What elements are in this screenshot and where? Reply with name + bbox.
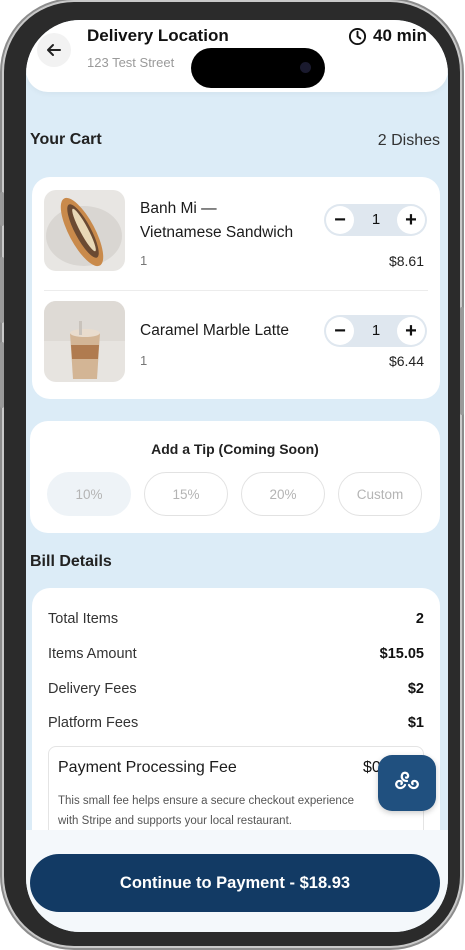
cart-card: Banh Mi — Vietnamese Sandwich 1 − 1 + $8… <box>32 177 440 399</box>
power-button <box>460 307 464 415</box>
app-screen: Delivery Location 123 Test Street 40 min… <box>26 20 448 932</box>
triple-spiral-icon <box>395 771 419 790</box>
quantity-stepper: − 1 + <box>324 315 427 347</box>
arrow-left-icon <box>47 44 61 56</box>
bill-row-platform-fees: Platform Fees $1 <box>48 715 424 731</box>
decrease-button[interactable]: − <box>326 206 354 234</box>
dishes-count: 2 Dishes <box>377 132 440 149</box>
back-button[interactable] <box>37 33 71 67</box>
volume-up-button <box>0 257 4 323</box>
bill-label: Total Items <box>48 611 119 627</box>
bill-value: 2 <box>415 611 424 627</box>
cart-item: Caramel Marble Latte 1 − 1 + $6.44 <box>44 301 428 385</box>
bill-label: Delivery Fees <box>48 681 137 697</box>
phone-frame: Delivery Location 123 Test Street 40 min… <box>0 2 464 946</box>
tip-option-20[interactable]: 20% <box>241 472 325 516</box>
cart-item: Banh Mi — Vietnamese Sandwich 1 − 1 + $8… <box>44 190 428 274</box>
item-divider <box>44 290 428 291</box>
bill-value: $15.05 <box>379 646 424 662</box>
bill-value: $2 <box>407 681 424 697</box>
cart-title: Your Cart <box>30 131 102 148</box>
volume-down-button <box>0 342 4 408</box>
item-name-line1: Caramel Marble Latte <box>140 322 290 339</box>
item-name-line2: Vietnamese Sandwich <box>140 224 294 241</box>
increase-button[interactable]: + <box>397 317 425 345</box>
processing-fee-title: Payment Processing Fee <box>58 759 237 776</box>
tip-option-15[interactable]: 15% <box>144 472 228 516</box>
processing-fee-description: This small fee helps ensure a secure che… <box>58 791 418 831</box>
eta-display: 40 min <box>348 26 427 46</box>
bill-row-total-items: Total Items 2 <box>48 611 424 627</box>
continue-to-payment-button[interactable]: Continue to Payment - $18.93 <box>30 854 440 912</box>
tip-title: Add a Tip (Coming Soon) <box>151 441 319 457</box>
decrease-button[interactable]: − <box>326 317 354 345</box>
banh-mi-image <box>44 190 125 271</box>
bill-title: Bill Details <box>30 553 112 570</box>
tip-option-custom[interactable]: Custom <box>338 472 422 516</box>
bill-label: Platform Fees <box>48 715 139 731</box>
assistant-fab-button[interactable] <box>378 755 436 811</box>
tip-card: Add a Tip (Coming Soon) 10% 15% 20% Cust… <box>30 421 440 533</box>
delivery-address[interactable]: 123 Test Street <box>87 55 174 70</box>
silent-switch <box>0 192 4 226</box>
stepper-value: 1 <box>371 211 381 228</box>
bill-label: Items Amount <box>48 646 137 662</box>
bill-value: $1 <box>407 715 424 731</box>
quantity-stepper: − 1 + <box>324 204 427 236</box>
latte-image <box>44 301 125 382</box>
item-price: $6.44 <box>388 353 424 369</box>
bill-row-delivery-fees: Delivery Fees $2 <box>48 681 424 697</box>
dynamic-island <box>191 48 325 88</box>
processing-fee-desc-line2: with Stripe and supports your local rest… <box>58 815 292 827</box>
tip-option-10[interactable]: 10% <box>47 472 131 516</box>
increase-button[interactable]: + <box>397 206 425 234</box>
eta-text: 40 min <box>373 26 427 45</box>
delivery-location-title[interactable]: Delivery Location <box>87 26 229 46</box>
stepper-value: 1 <box>371 322 381 339</box>
item-price: $8.61 <box>388 253 424 269</box>
processing-fee-desc-line1: This small fee helps ensure a secure che… <box>58 795 354 807</box>
item-quantity: 1 <box>140 353 148 368</box>
bill-row-items-amount: Items Amount $15.05 <box>48 646 424 662</box>
item-name-line1: Banh Mi — <box>140 200 217 217</box>
item-quantity: 1 <box>140 253 148 268</box>
clock-icon <box>348 27 367 45</box>
